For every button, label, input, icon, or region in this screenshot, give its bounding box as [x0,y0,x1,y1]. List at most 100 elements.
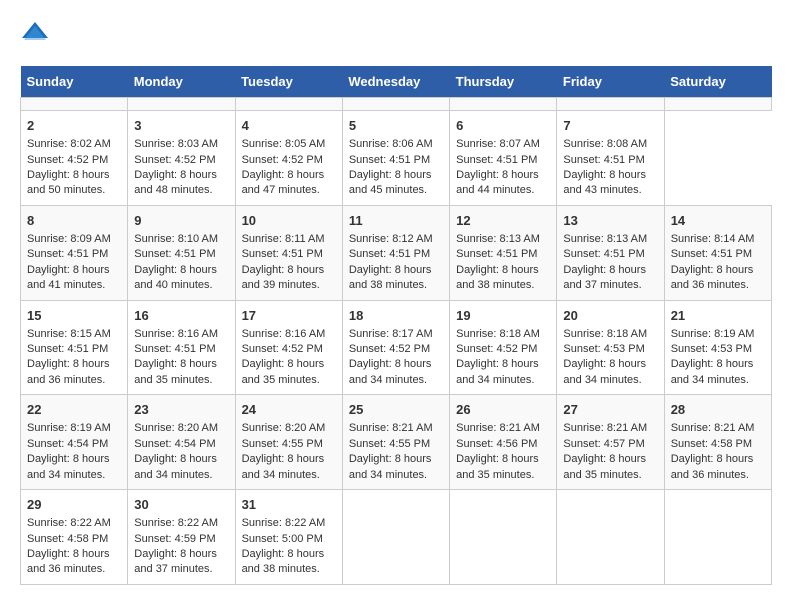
sunset-label: Sunset: 4:56 PM [456,438,537,450]
sunset-label: Sunset: 4:51 PM [456,154,537,166]
calendar-cell [128,98,235,111]
day-header-saturday: Saturday [664,66,771,98]
day-header-monday: Monday [128,66,235,98]
day-number: 5 [349,117,443,135]
sunrise-label: Sunrise: 8:21 AM [563,422,647,434]
sunset-label: Sunset: 4:58 PM [671,438,752,450]
sunrise-label: Sunrise: 8:16 AM [134,328,218,340]
calendar-cell: 4Sunrise: 8:05 AMSunset: 4:52 PMDaylight… [235,111,342,206]
day-number: 25 [349,401,443,419]
calendar-cell: 16Sunrise: 8:16 AMSunset: 4:51 PMDayligh… [128,300,235,395]
sunrise-label: Sunrise: 8:07 AM [456,138,540,150]
calendar-cell: 12Sunrise: 8:13 AMSunset: 4:51 PMDayligh… [450,205,557,300]
day-number: 18 [349,307,443,325]
sunset-label: Sunset: 4:53 PM [563,343,644,355]
sunset-label: Sunset: 4:54 PM [27,438,108,450]
daylight-label: Daylight: 8 hours and 36 minutes. [27,548,110,575]
header-row: SundayMondayTuesdayWednesdayThursdayFrid… [21,66,772,98]
day-header-wednesday: Wednesday [342,66,449,98]
day-number: 2 [27,117,121,135]
calendar-cell: 8Sunrise: 8:09 AMSunset: 4:51 PMDaylight… [21,205,128,300]
sunset-label: Sunset: 4:52 PM [134,154,215,166]
calendar-cell: 18Sunrise: 8:17 AMSunset: 4:52 PMDayligh… [342,300,449,395]
calendar-body: 2Sunrise: 8:02 AMSunset: 4:52 PMDaylight… [21,98,772,585]
daylight-label: Daylight: 8 hours and 36 minutes. [671,453,754,480]
sunset-label: Sunset: 4:51 PM [563,248,644,260]
daylight-label: Daylight: 8 hours and 37 minutes. [134,548,217,575]
sunset-label: Sunset: 4:52 PM [242,154,323,166]
calendar-header: SundayMondayTuesdayWednesdayThursdayFrid… [21,66,772,98]
calendar-cell [450,490,557,585]
sunrise-label: Sunrise: 8:17 AM [349,328,433,340]
calendar-cell [664,490,771,585]
sunrise-label: Sunrise: 8:11 AM [242,233,325,245]
day-number: 10 [242,212,336,230]
sunset-label: Sunset: 4:52 PM [456,343,537,355]
sunrise-label: Sunrise: 8:16 AM [242,328,326,340]
day-number: 9 [134,212,228,230]
day-number: 6 [456,117,550,135]
sunrise-label: Sunrise: 8:22 AM [242,517,326,529]
calendar-cell: 29Sunrise: 8:22 AMSunset: 4:58 PMDayligh… [21,490,128,585]
calendar-week-1 [21,98,772,111]
calendar-cell: 6Sunrise: 8:07 AMSunset: 4:51 PMDaylight… [450,111,557,206]
sunrise-label: Sunrise: 8:22 AM [134,517,218,529]
daylight-label: Daylight: 8 hours and 34 minutes. [671,358,754,385]
day-number: 26 [456,401,550,419]
sunset-label: Sunset: 4:51 PM [349,154,430,166]
calendar-table: SundayMondayTuesdayWednesdayThursdayFrid… [20,66,772,585]
day-header-sunday: Sunday [21,66,128,98]
sunset-label: Sunset: 4:51 PM [671,248,752,260]
daylight-label: Daylight: 8 hours and 39 minutes. [242,264,325,291]
calendar-cell: 23Sunrise: 8:20 AMSunset: 4:54 PMDayligh… [128,395,235,490]
sunset-label: Sunset: 4:52 PM [27,154,108,166]
daylight-label: Daylight: 8 hours and 50 minutes. [27,169,110,196]
calendar-week-5: 22 Sunrise: 8:19 AM Sunset: 4:54 PM Dayligh… [21,395,772,490]
sunset-label: Sunset: 4:51 PM [242,248,323,260]
daylight-label: Daylight: 8 hours and 37 minutes. [563,264,646,291]
calendar-cell [342,98,449,111]
daylight-label: Daylight: 8 hours and 48 minutes. [134,169,217,196]
calendar-cell: 30 Sunrise: 8:22 AM Sunset: 4:59 PM Dayligh… [128,490,235,585]
daylight-label: Daylight: 8 hours and 36 minutes. [671,264,754,291]
day-number: 7 [563,117,657,135]
sunrise-label: Sunrise: 8:14 AM [671,233,755,245]
day-number: 30 [134,496,228,514]
daylight-label: Daylight: 8 hours and 34 minutes. [563,358,646,385]
sunrise-label: Sunrise: 8:18 AM [456,328,540,340]
sunset-label: Sunset: 4:55 PM [242,438,323,450]
day-number: 8 [27,212,121,230]
calendar-cell: 20Sunrise: 8:18 AMSunset: 4:53 PMDayligh… [557,300,664,395]
sunset-label: Sunset: 4:52 PM [242,343,323,355]
calendar-cell: 2Sunrise: 8:02 AMSunset: 4:52 PMDaylight… [21,111,128,206]
sunset-label: Sunset: 4:59 PM [134,533,215,545]
daylight-label: Daylight: 8 hours and 34 minutes. [242,453,325,480]
sunrise-label: Sunrise: 8:19 AM [27,422,111,434]
day-number: 20 [563,307,657,325]
daylight-label: Daylight: 8 hours and 34 minutes. [349,453,432,480]
calendar-cell: 5Sunrise: 8:06 AMSunset: 4:51 PMDaylight… [342,111,449,206]
sunrise-label: Sunrise: 8:09 AM [27,233,111,245]
calendar-cell: 21Sunrise: 8:19 AMSunset: 4:53 PMDayligh… [664,300,771,395]
calendar-cell: 31Sunrise: 8:22 AMSunset: 5:00 PMDayligh… [235,490,342,585]
sunset-label: Sunset: 4:58 PM [27,533,108,545]
day-number: 19 [456,307,550,325]
daylight-label: Daylight: 8 hours and 36 minutes. [27,358,110,385]
sunset-label: Sunset: 4:51 PM [27,343,108,355]
daylight-label: Daylight: 8 hours and 47 minutes. [242,169,325,196]
calendar-cell: 14Sunrise: 8:14 AMSunset: 4:51 PMDayligh… [664,205,771,300]
calendar-cell: 11Sunrise: 8:12 AMSunset: 4:51 PMDayligh… [342,205,449,300]
calendar-cell [450,98,557,111]
daylight-label: Daylight: 8 hours and 40 minutes. [134,264,217,291]
daylight-label: Daylight: 8 hours and 35 minutes. [456,453,539,480]
daylight-label: Daylight: 8 hours and 38 minutes. [242,548,325,575]
daylight-label: Daylight: 8 hours and 45 minutes. [349,169,432,196]
daylight-label: Daylight: 8 hours and 35 minutes. [242,358,325,385]
calendar-cell: 13Sunrise: 8:13 AMSunset: 4:51 PMDayligh… [557,205,664,300]
day-number: 21 [671,307,765,325]
calendar-cell [557,490,664,585]
calendar-cell: 19Sunrise: 8:18 AMSunset: 4:52 PMDayligh… [450,300,557,395]
day-number: 11 [349,212,443,230]
day-number: 22 [27,401,121,419]
daylight-label: Daylight: 8 hours and 34 minutes. [27,453,110,480]
